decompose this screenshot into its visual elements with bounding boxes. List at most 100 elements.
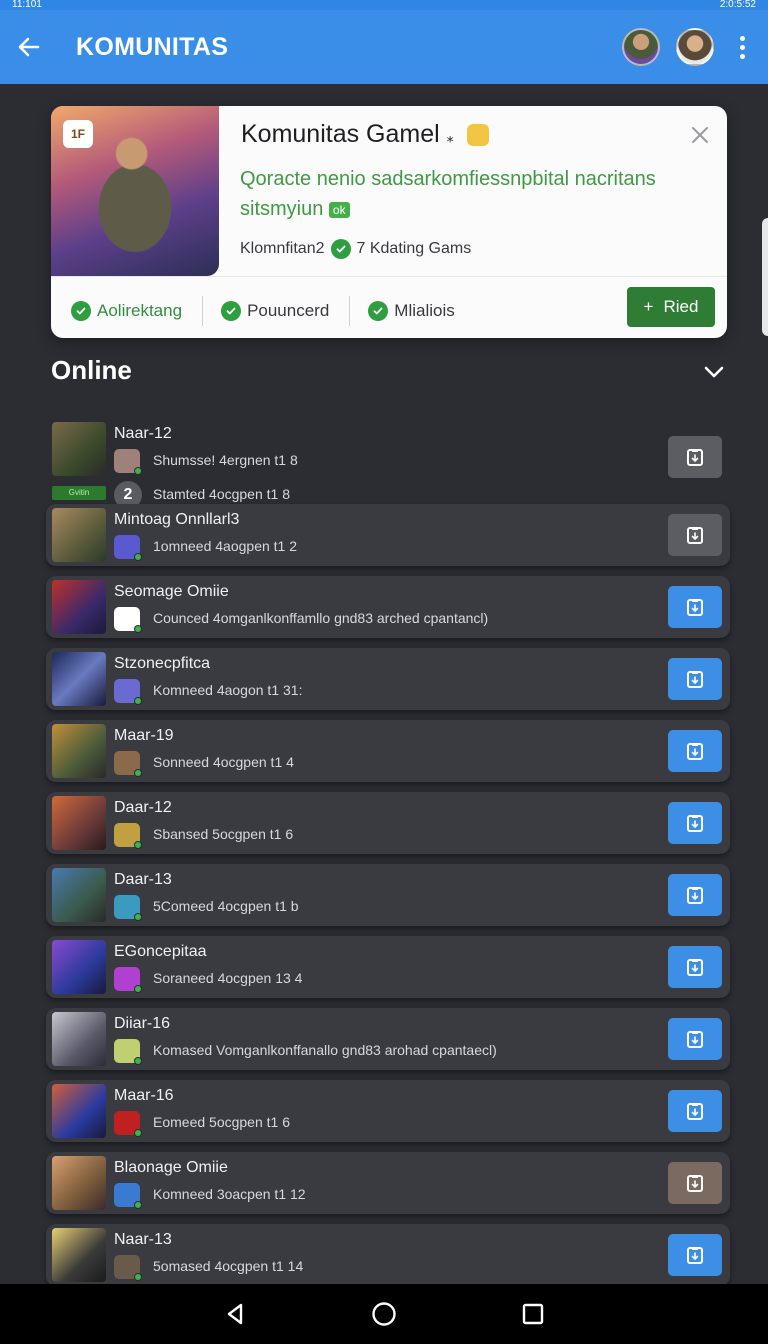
online-status-icon: [134, 1201, 142, 1209]
plus-icon: +: [643, 297, 654, 316]
online-list-item[interactable]: Naar-13 5omased 4ocgpen t1 14: [46, 1224, 730, 1286]
item-status: Soraneed 4ocgpen 13 4: [153, 970, 303, 986]
online-list-item[interactable]: Naar-12 Shumsse! 4ergnen t1 8 Gvitin 2 Stamt…: [46, 418, 730, 509]
game-thumbnail: [52, 724, 106, 778]
game-thumbnail: [52, 868, 106, 922]
game-icon: [114, 449, 142, 475]
square-recents-icon: [523, 1303, 544, 1325]
community-cover-image: 1F: [51, 106, 219, 276]
invite-button[interactable]: [668, 874, 722, 916]
tag-item[interactable]: Pouuncerd: [221, 296, 351, 326]
status-bar: 11:101 2:0:5:52: [0, 0, 768, 10]
invite-button[interactable]: [668, 1018, 722, 1060]
online-list-item[interactable]: EGoncepitaa Soraneed 4ocgpen 13 4: [46, 936, 730, 998]
item-name: Blaonage Omiie: [114, 1159, 228, 1176]
app-bar: KOMUNITAS: [0, 10, 768, 84]
chevron-down-icon: [704, 366, 724, 378]
game-icon: [114, 679, 142, 705]
item-name: Maar-16: [114, 1087, 174, 1104]
user-avatar[interactable]: [676, 28, 714, 66]
online-list-item[interactable]: Daar-12 Sbansed 5ocgpen t1 6: [46, 792, 730, 854]
clipboard-icon: [687, 449, 703, 466]
section-title-online: Online: [51, 355, 132, 385]
item-status: Counced 4omganlkonffamllo gnd83 arched c…: [153, 610, 489, 626]
meta-members: Klomnfitan2: [240, 240, 325, 257]
item-status: 5omased 4ocgpen t1 14: [153, 1258, 304, 1274]
online-list-item[interactable]: Mintoag Onnllarl3 1omneed 4aogpen t1 2: [46, 504, 730, 566]
status-time: 11:101: [12, 0, 42, 10]
online-list-item[interactable]: Blaonage Omiie Komneed 3oacpen t1 12: [46, 1152, 730, 1214]
featured-community-card[interactable]: 1F Komunitas Gamel ⁎ Qoracte nenio sadsa…: [51, 106, 727, 338]
invite-button[interactable]: [668, 658, 722, 700]
game-icon: [114, 1183, 142, 1209]
item-name: Naar-13: [114, 1231, 172, 1248]
game-thumbnail: [52, 1156, 106, 1210]
item-status: Komneed 4aogon t1 31:: [153, 682, 303, 698]
item-name: Daar-12: [114, 799, 172, 816]
item-status: 1omneed 4aogpen t1 2: [153, 538, 298, 554]
game-icon: [114, 1255, 142, 1281]
online-status-icon: [134, 841, 142, 849]
description-tag: ok: [328, 201, 350, 218]
game-icon: [114, 751, 142, 777]
online-list-item[interactable]: Diiar-16 Komased Vomganlkonffanallo gnd83…: [46, 1008, 730, 1070]
avatar[interactable]: [622, 28, 660, 66]
game-icon: [114, 895, 142, 921]
check-circle-icon: [330, 239, 351, 259]
invite-button[interactable]: [668, 1090, 722, 1132]
invite-button[interactable]: [668, 730, 722, 772]
item-status: Sbansed 5ocgpen t1 6: [153, 826, 294, 842]
item-name: Stzonecpfitca: [114, 655, 211, 672]
invite-button[interactable]: [668, 946, 722, 988]
game-icon: [114, 1111, 142, 1137]
clipboard-icon: [687, 1175, 703, 1192]
invite-button[interactable]: [668, 436, 722, 478]
online-status-icon: [134, 769, 142, 777]
game-thumbnail: [52, 1228, 106, 1282]
community-badge-icon: 1F: [63, 120, 93, 148]
invite-button[interactable]: [668, 586, 722, 628]
online-list-item[interactable]: Maar-16 Eomeed 5ocgpen t1 6: [46, 1080, 730, 1142]
scrollbar[interactable]: [762, 218, 768, 336]
item-status: Komased Vomganlkonffanallo gnd83 arohad …: [153, 1042, 497, 1058]
nav-back-button[interactable]: [215, 1294, 255, 1334]
join-label: Ried: [663, 297, 699, 316]
game-tag-badge: Gvitin: [52, 486, 106, 500]
online-status-icon: [134, 467, 142, 475]
emoji-icon: [466, 124, 489, 147]
community-description-text: Qoracte nenio sadsarkomfiessnpbital nacr…: [240, 168, 656, 220]
game-icon: [114, 535, 142, 561]
nav-home-button[interactable]: [364, 1294, 404, 1334]
back-button[interactable]: [12, 30, 46, 64]
arrow-left-icon: [18, 37, 40, 57]
close-button[interactable]: [689, 124, 711, 146]
collapse-button[interactable]: [702, 360, 726, 384]
invite-button[interactable]: [668, 802, 722, 844]
more-options-button[interactable]: [730, 27, 754, 67]
community-title-suffix: ⁎: [446, 129, 454, 145]
clipboard-icon: [687, 671, 703, 688]
divider: [51, 276, 727, 277]
tag-item[interactable]: Mlialiois: [368, 296, 474, 326]
join-button[interactable]: + Ried: [627, 287, 715, 327]
game-thumbnail: [52, 1084, 106, 1138]
online-list-item[interactable]: Seomage Omiie Counced 4omganlkonffamllo g…: [46, 576, 730, 638]
item-status: Sonneed 4ocgpen t1 4: [153, 754, 294, 770]
game-thumbnail: [52, 508, 106, 562]
invite-button[interactable]: [668, 1234, 722, 1276]
tag-label: Pouuncerd: [247, 301, 330, 320]
online-status-icon: [134, 1129, 142, 1137]
game-icon: [114, 823, 142, 849]
page-title: KOMUNITAS: [76, 32, 229, 61]
community-tags: Aolirektang Pouuncerd Mlialiois: [71, 296, 493, 326]
tag-item[interactable]: Aolirektang: [71, 296, 204, 326]
invite-button[interactable]: [668, 514, 722, 556]
online-list-item[interactable]: Maar-19 Sonneed 4ocgpen t1 4: [46, 720, 730, 782]
clipboard-icon: [687, 887, 703, 904]
invite-button[interactable]: [668, 1162, 722, 1204]
item-name: Seomage Omiie: [114, 583, 229, 600]
online-list-item[interactable]: Daar-13 5Comeed 4ocgpen t1 b: [46, 864, 730, 926]
game-thumbnail: [52, 1012, 106, 1066]
nav-recents-button[interactable]: [513, 1294, 553, 1334]
online-list-item[interactable]: Stzonecpfitca Komneed 4aogon t1 31:: [46, 648, 730, 710]
